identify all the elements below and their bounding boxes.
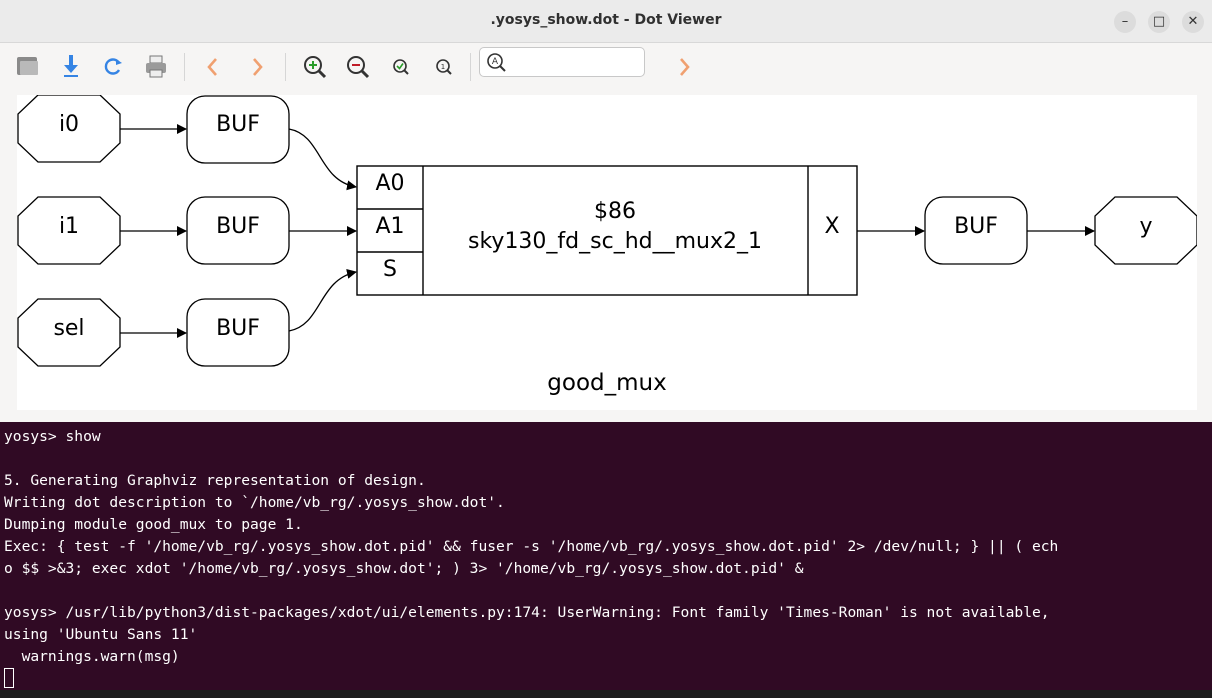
buf-node[interactable]: BUF	[924, 196, 1028, 265]
buf-node[interactable]: BUF	[186, 95, 290, 164]
print-button[interactable]	[141, 51, 171, 81]
graph-canvas[interactable]: i0 i1 sel BUF BUF BUF BUF A0 A1 S $86 sk…	[17, 94, 1198, 410]
minimize-button[interactable]: –	[1114, 11, 1136, 33]
buf-label: BUF	[216, 112, 260, 137]
title-bar[interactable]: .yosys_show.dot - Dot Viewer – □ ✕	[0, 0, 1212, 43]
toolbar-separator	[285, 53, 286, 81]
buf-node[interactable]: BUF	[186, 196, 290, 265]
back-icon	[207, 58, 217, 76]
toolbar-separator	[184, 53, 185, 81]
zoom-100-button[interactable]: 1	[428, 51, 458, 81]
terminal-line: using 'Ubuntu Sans 11'	[4, 626, 198, 643]
terminal-line: 5. Generating Graphviz representation of…	[4, 472, 426, 489]
forward-button[interactable]	[242, 51, 272, 81]
terminal-line: Writing dot description to `/home/vb_rg/…	[4, 494, 505, 511]
search-box[interactable]: A	[479, 47, 645, 77]
zoom-in-button[interactable]	[299, 51, 329, 81]
port-s-label: S	[383, 257, 397, 282]
port-a0-label: A0	[375, 171, 404, 196]
input-port-sel[interactable]: sel	[17, 298, 121, 367]
find-next-button[interactable]	[669, 51, 699, 81]
taskbar-strip	[0, 690, 1212, 698]
maximize-button[interactable]: □	[1148, 11, 1170, 33]
window-title: .yosys_show.dot - Dot Viewer	[490, 12, 722, 28]
buf-label: BUF	[216, 316, 260, 341]
port-a1-label: A1	[375, 214, 404, 239]
zoom-in-icon	[304, 56, 327, 79]
terminal-line: Exec: { test -f '/home/vb_rg/.yosys_show…	[4, 538, 1059, 555]
zoom-out-button[interactable]	[342, 51, 372, 81]
output-port-y[interactable]: y	[1094, 196, 1198, 265]
terminal-line: yosys> show	[4, 428, 101, 445]
print-icon	[146, 55, 166, 78]
reload-icon	[104, 58, 122, 75]
toolbar-separator	[470, 53, 471, 81]
edge	[288, 268, 357, 332]
svg-text:1: 1	[441, 63, 445, 71]
save-button[interactable]	[56, 51, 86, 81]
toolbar: 1 A	[0, 43, 1212, 91]
search-icon: A	[487, 53, 506, 72]
edge	[288, 128, 357, 191]
find-next-icon	[680, 58, 690, 76]
zoom-100-icon: 1	[436, 59, 452, 75]
reload-button[interactable]	[98, 51, 128, 81]
terminal-line: o $$ >&3; exec xdot '/home/vb_rg/.yosys_…	[4, 560, 804, 577]
terminal-line: Dumping module good_mux to page 1.	[4, 516, 303, 533]
netlist-graph[interactable]: i0 i1 sel BUF BUF BUF BUF A0 A1 S $86 sk…	[17, 94, 1198, 410]
input-label: i0	[59, 112, 79, 137]
terminal-line: yosys> /usr/lib/python3/dist-packages/xd…	[4, 604, 1050, 621]
input-label: sel	[53, 316, 84, 341]
input-label: i1	[59, 214, 79, 239]
back-button[interactable]	[198, 51, 228, 81]
buf-node[interactable]: BUF	[186, 298, 290, 367]
mux-cell[interactable]: A0 A1 S $86 sky130_fd_sc_hd__mux2_1 X	[356, 165, 858, 296]
svg-text:A: A	[492, 57, 499, 67]
open-button[interactable]	[13, 51, 43, 81]
terminal-cursor[interactable]	[4, 668, 14, 688]
port-x-label: X	[824, 214, 839, 239]
zoom-fit-button[interactable]	[385, 51, 415, 81]
zoom-out-icon	[347, 56, 370, 79]
input-port-i1[interactable]: i1	[17, 196, 121, 265]
buf-label: BUF	[954, 214, 998, 239]
output-label: y	[1139, 214, 1152, 239]
forward-icon	[253, 58, 263, 76]
search-input[interactable]	[508, 52, 640, 74]
module-name: good_mux	[547, 370, 666, 396]
input-port-i0[interactable]: i0	[17, 94, 121, 163]
save-icon	[64, 55, 78, 77]
terminal[interactable]: yosys> show 5. Generating Graphviz repre…	[0, 422, 1212, 698]
cell-id: $86	[594, 199, 636, 224]
zoom-fit-icon	[393, 59, 409, 75]
close-button[interactable]: ✕	[1182, 11, 1204, 33]
cell-type: sky130_fd_sc_hd__mux2_1	[468, 229, 762, 254]
terminal-line: warnings.warn(msg)	[4, 648, 180, 665]
open-icon	[17, 57, 38, 75]
buf-label: BUF	[216, 214, 260, 239]
dot-viewer-window: .yosys_show.dot - Dot Viewer – □ ✕ 1 A i…	[0, 0, 1212, 422]
